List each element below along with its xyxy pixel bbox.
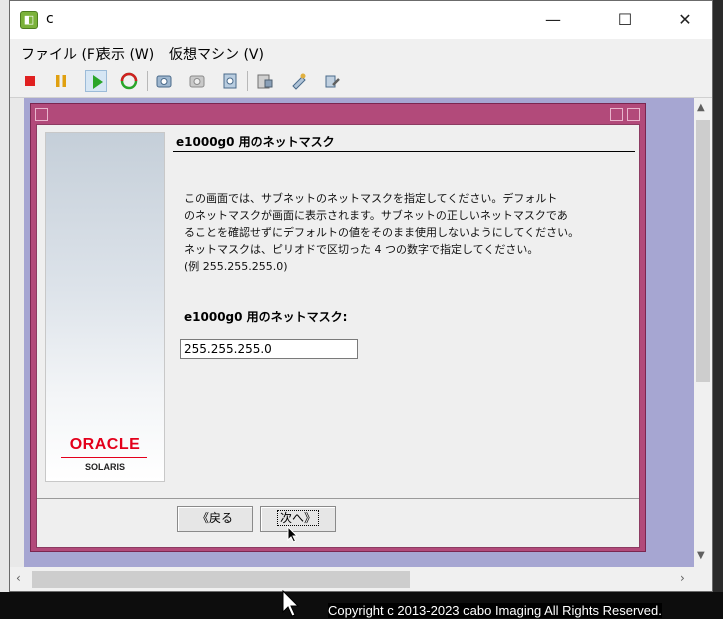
desktop-right-strip <box>712 0 723 619</box>
dialog-maximize-button[interactable] <box>627 108 640 121</box>
netmask-dialog: ORACLE SOLARIS e1000g0 用のネットマスク この画面では、サ… <box>30 103 646 552</box>
menu-virtual-machine[interactable]: 仮想マシン (V) <box>169 44 264 64</box>
snapshot-revert-icon[interactable] <box>186 70 208 92</box>
vm-console-window: ◧ c — ☐ ✕ ファイル (F) 表示 (W) 仮想マシン (V) ORAC… <box>9 0 713 592</box>
app-logo-icon: ◧ <box>20 11 38 29</box>
vertical-scrollbar[interactable]: ▲ ▼ <box>694 98 712 567</box>
dialog-body: ORACLE SOLARIS e1000g0 用のネットマスク この画面では、サ… <box>36 124 640 548</box>
desktop-cursor-icon <box>282 590 300 617</box>
scroll-down-icon[interactable]: ▼ <box>697 550 705 561</box>
oracle-logo-rule <box>61 457 147 458</box>
guest-desktop-edge <box>10 98 24 567</box>
solaris-logo: SOLARIS <box>84 462 125 472</box>
stop-icon[interactable] <box>19 70 41 92</box>
description-line: のネットマスクが画面に表示されます。サブネットの正しいネットマスクであ <box>184 209 568 222</box>
configure-icon[interactable] <box>321 70 343 92</box>
netmask-input[interactable] <box>180 339 358 359</box>
chevron-left-icon: 《 <box>196 511 209 525</box>
scroll-up-icon[interactable]: ▲ <box>697 102 705 113</box>
copyright-text: Copyright c 2013-2023 cabo Imaging All R… <box>328 603 662 618</box>
page-title: e1000g0 用のネットマスク <box>176 135 335 149</box>
pause-icon[interactable] <box>50 70 72 92</box>
snapshot-take-icon[interactable] <box>153 70 175 92</box>
dialog-minimize-button[interactable] <box>610 108 623 121</box>
button-divider <box>37 498 639 499</box>
title-divider <box>173 151 635 152</box>
vm-display[interactable]: ORACLE SOLARIS e1000g0 用のネットマスク この画面では、サ… <box>10 98 694 567</box>
back-button-label: 戻る <box>209 511 234 525</box>
reset-icon[interactable] <box>118 70 140 92</box>
horizontal-scroll-thumb[interactable] <box>32 571 410 588</box>
toolbar-separator <box>147 71 148 91</box>
netmask-field-label: e1000g0 用のネットマスク: <box>184 310 348 324</box>
description-line: ネットマスクは、ピリオドで区切った 4 つの数字で指定してください。 <box>184 243 539 256</box>
title-bar[interactable]: ◧ c — ☐ ✕ <box>10 1 712 39</box>
menu-file[interactable]: ファイル (F) <box>21 44 100 64</box>
horizontal-scrollbar[interactable]: ‹ › <box>10 567 694 591</box>
scroll-left-icon[interactable]: ‹ <box>16 571 21 585</box>
minimize-button[interactable]: — <box>530 1 576 39</box>
mouse-cursor-icon <box>287 526 299 543</box>
description-line: (例 255.255.255.0) <box>184 260 288 273</box>
description-line: ることを確認せずにデフォルトの値をそのまま使用しないようにしてください。 <box>184 226 580 239</box>
chevron-right-icon: 》 <box>304 511 317 525</box>
maximize-button[interactable]: ☐ <box>602 1 648 39</box>
menu-view[interactable]: 表示 (W) <box>97 44 154 64</box>
branding-panel: ORACLE SOLARIS <box>45 132 165 482</box>
next-button-label: 次へ <box>279 511 304 525</box>
dialog-title-bar[interactable] <box>33 106 643 123</box>
close-button[interactable]: ✕ <box>662 1 708 39</box>
vertical-scroll-thumb[interactable] <box>696 120 710 382</box>
window-title: c <box>46 11 54 27</box>
description-text: この画面では、サブネットのネットマスクを指定してください。デフォルト のネットマ… <box>184 190 579 275</box>
scroll-right-icon[interactable]: › <box>680 571 685 585</box>
back-button[interactable]: 《戻る <box>177 506 253 532</box>
dialog-menu-button[interactable] <box>35 108 48 121</box>
settings-icon[interactable] <box>254 70 276 92</box>
snapshot-manager-icon[interactable] <box>219 70 241 92</box>
play-icon[interactable] <box>85 70 107 92</box>
toolbar-separator <box>247 71 248 91</box>
oracle-logo: ORACLE <box>69 436 141 453</box>
menu-bar: ファイル (F) 表示 (W) 仮想マシン (V) <box>10 39 712 65</box>
tools-icon[interactable] <box>288 70 310 92</box>
description-line: この画面では、サブネットのネットマスクを指定してください。デフォルト <box>184 192 558 205</box>
toolbar <box>10 65 712 98</box>
